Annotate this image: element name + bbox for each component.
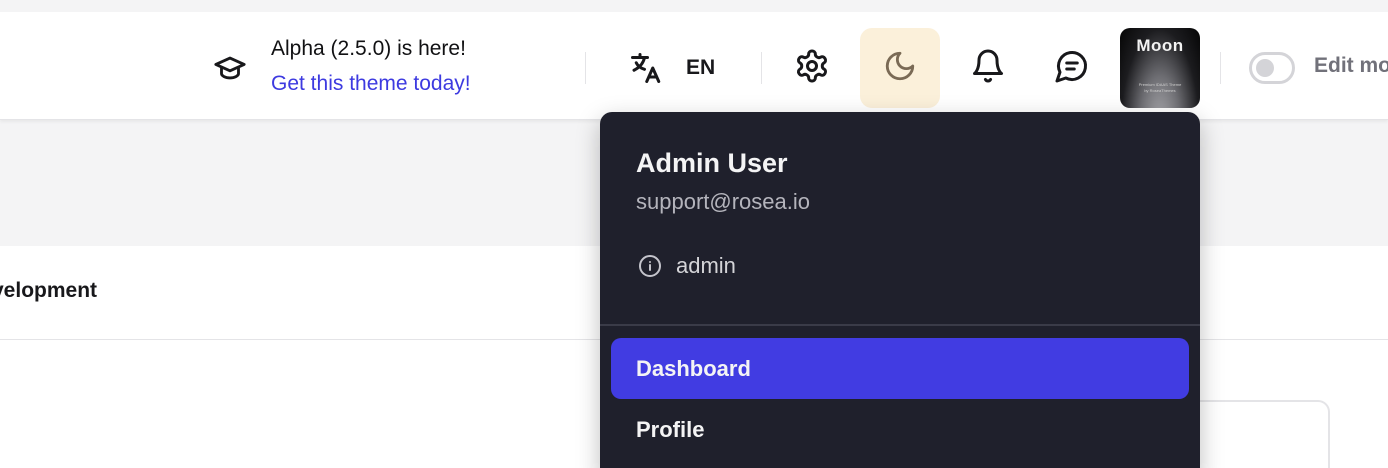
- user-role: admin: [636, 252, 736, 280]
- settings-button[interactable]: [772, 28, 852, 108]
- header-divider: [761, 52, 762, 84]
- menu-divider: [600, 324, 1200, 326]
- user-email: support@rosea.io: [636, 189, 810, 214]
- top-header: Alpha (2.5.0) is here! Get this theme to…: [0, 12, 1388, 120]
- theme-toggle-button[interactable]: [860, 28, 940, 108]
- graduation-cap-icon: [211, 49, 249, 87]
- bell-icon: [970, 48, 1006, 89]
- edit-mode-toggle[interactable]: [1249, 52, 1295, 84]
- user-role-label: admin: [676, 253, 736, 278]
- get-theme-link[interactable]: Get this theme today!: [271, 72, 471, 96]
- avatar-subtitle: by RoseaThemes: [1144, 88, 1176, 93]
- language-switcher[interactable]: EN: [622, 44, 730, 92]
- header-divider: [1220, 52, 1221, 84]
- section-title: velopment: [0, 279, 98, 302]
- menu-item-dashboard[interactable]: Dashboard: [611, 338, 1189, 399]
- language-code: EN: [686, 56, 716, 79]
- messages-button[interactable]: [1032, 28, 1112, 108]
- header-divider: [585, 52, 586, 84]
- gear-icon: [794, 48, 830, 89]
- notifications-button[interactable]: [948, 28, 1028, 108]
- announcement-title: Alpha (2.5.0) is here!: [271, 37, 466, 60]
- user-menu-dropdown: Admin User support@rosea.io admin Dashbo…: [600, 112, 1200, 468]
- chat-icon: [1054, 48, 1090, 89]
- info-icon: [636, 252, 664, 280]
- menu-item-profile[interactable]: Profile: [611, 399, 1189, 460]
- avatar-subtitle: Premium IDAAS Theme: [1138, 82, 1182, 87]
- translate-icon: [626, 48, 666, 88]
- toggle-knob: [1256, 59, 1274, 77]
- avatar-logo-text: Moon: [1136, 36, 1184, 55]
- app-page: velopment Alpha (2.5.0) is here! Get thi…: [0, 0, 1388, 468]
- user-avatar[interactable]: Moon Premium IDAAS Theme by RoseaThemes: [1120, 28, 1200, 108]
- edit-mode-label: Edit mo: [1314, 54, 1388, 77]
- user-name: Admin User: [636, 148, 788, 178]
- moon-icon: [883, 49, 917, 88]
